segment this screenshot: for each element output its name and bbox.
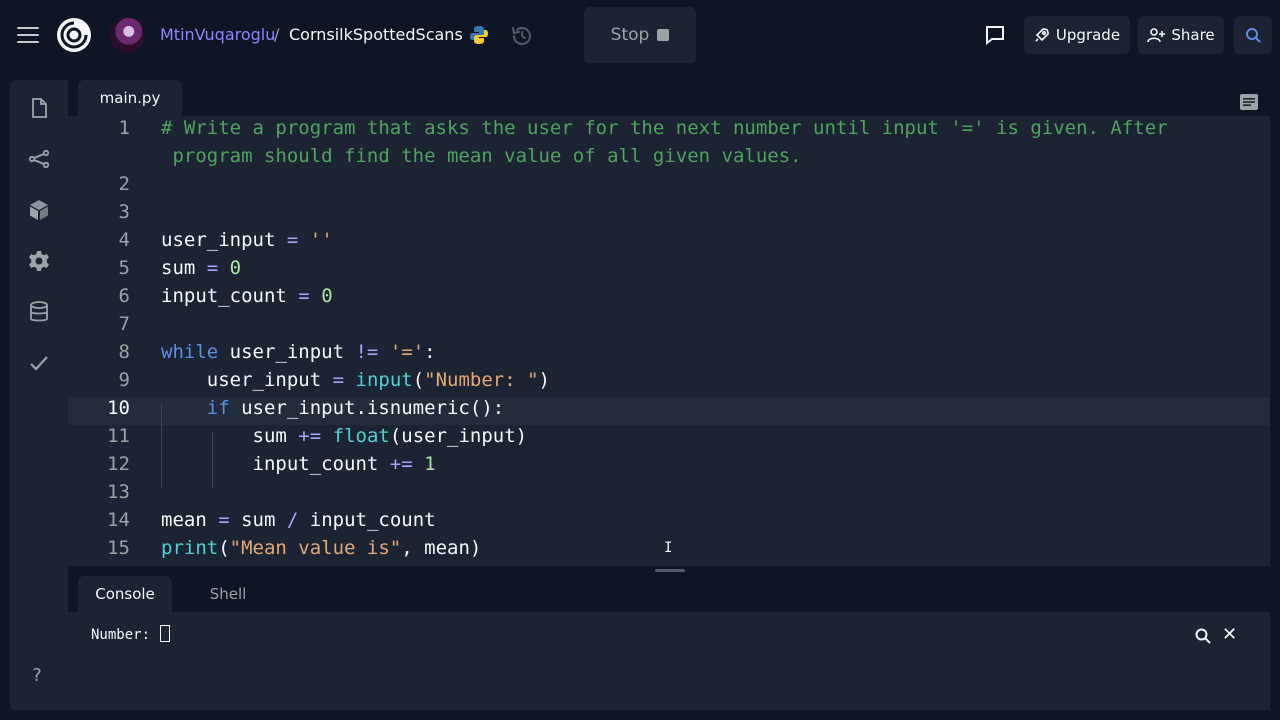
code-line: if user_input.isnumeric(): bbox=[206, 397, 505, 419]
rocket-icon bbox=[1035, 28, 1049, 42]
code-line: while user_input != '=': bbox=[161, 341, 436, 363]
packages-icon[interactable] bbox=[27, 198, 51, 222]
code-line: input_count = 0 bbox=[161, 285, 333, 307]
line-number: 13 bbox=[107, 481, 130, 503]
breadcrumb-separator: / bbox=[274, 25, 280, 44]
share-button[interactable]: Share bbox=[1138, 16, 1224, 54]
console-clear-icon[interactable]: ✕ bbox=[1222, 626, 1240, 644]
console-tab-bar: Console Shell bbox=[68, 576, 1270, 612]
database-icon[interactable] bbox=[27, 300, 51, 324]
search-button[interactable] bbox=[1234, 16, 1272, 54]
tab-console[interactable]: Console bbox=[78, 576, 172, 612]
python-icon[interactable] bbox=[469, 25, 489, 45]
replit-logo-icon[interactable] bbox=[56, 17, 92, 53]
tab-main-py[interactable]: main.py bbox=[78, 80, 182, 116]
sidebar bbox=[10, 80, 68, 710]
pane-resize-handle[interactable] bbox=[655, 569, 685, 572]
terminal-cursor bbox=[160, 625, 171, 642]
help-button[interactable]: ? bbox=[23, 662, 51, 690]
line-number: 14 bbox=[107, 509, 130, 531]
files-icon[interactable] bbox=[27, 96, 51, 120]
settings-icon[interactable] bbox=[27, 249, 51, 273]
stop-label: Stop bbox=[610, 25, 650, 45]
user-plus-icon bbox=[1147, 28, 1166, 43]
line-number: 7 bbox=[118, 313, 130, 335]
stop-icon bbox=[657, 29, 670, 41]
repl-name[interactable]: CornsilkSpottedScans bbox=[289, 25, 463, 44]
code-line: mean = sum / input_count bbox=[161, 509, 436, 531]
line-number: 6 bbox=[118, 285, 130, 307]
line-number: 11 bbox=[107, 425, 130, 447]
line-number: 4 bbox=[118, 229, 130, 251]
code-line: program should find the mean value of al… bbox=[161, 145, 802, 167]
upgrade-button[interactable]: Upgrade bbox=[1024, 16, 1130, 54]
code-line: user_input = input("Number: ") bbox=[161, 369, 550, 391]
line-number: 12 bbox=[107, 453, 130, 475]
console-pane: Console Shell Number: ✕ bbox=[68, 576, 1270, 710]
chat-button[interactable] bbox=[976, 16, 1014, 54]
line-number: 15 bbox=[107, 537, 130, 559]
code-line: sum = 0 bbox=[161, 257, 242, 279]
git-icon[interactable] bbox=[27, 147, 51, 171]
code-line: sum += float(user_input) bbox=[161, 425, 528, 447]
code-editor: main.py 1 2 3 4 5 6 7 8 9 10 11 12 13 14 15 # Write a … bbox=[68, 80, 1270, 566]
history-icon[interactable] bbox=[510, 24, 534, 48]
code-line: input_count += 1 bbox=[161, 453, 436, 475]
line-number: 9 bbox=[118, 369, 130, 391]
avatar[interactable] bbox=[109, 17, 145, 53]
code-line: user_input = '' bbox=[161, 229, 333, 251]
line-number: 5 bbox=[118, 257, 130, 279]
line-number: 10 bbox=[107, 397, 130, 419]
username-link[interactable]: MtinVuqaroglu bbox=[160, 25, 275, 44]
line-number: 3 bbox=[118, 201, 130, 223]
code-line: print("Mean value is", mean) bbox=[161, 537, 482, 559]
line-number: 2 bbox=[118, 173, 130, 195]
code-area[interactable]: 1 2 3 4 5 6 7 8 9 10 11 12 13 14 15 # Write a program … bbox=[68, 116, 1270, 566]
editor-tab-bar: main.py bbox=[68, 80, 1270, 116]
menu-icon[interactable] bbox=[17, 27, 39, 43]
check-icon[interactable] bbox=[27, 351, 51, 375]
text-cursor-icon: I bbox=[664, 540, 673, 556]
top-bar: MtinVuqaroglu / CornsilkSpottedScans Sto… bbox=[0, 0, 1280, 70]
line-number: 1 bbox=[118, 117, 130, 139]
outline-icon[interactable] bbox=[1240, 94, 1258, 110]
search-icon bbox=[1246, 28, 1261, 43]
console-output[interactable]: Number: bbox=[91, 625, 171, 643]
chat-icon bbox=[986, 26, 1004, 45]
stop-button[interactable]: Stop bbox=[584, 7, 696, 63]
console-search-icon[interactable] bbox=[1194, 627, 1212, 645]
code-line: # Write a program that asks the user for… bbox=[161, 117, 1168, 139]
tab-shell[interactable]: Shell bbox=[186, 576, 270, 612]
share-label: Share bbox=[1171, 26, 1215, 44]
console-prompt: Number: bbox=[91, 627, 159, 643]
line-number: 8 bbox=[118, 341, 130, 363]
upgrade-label: Upgrade bbox=[1055, 26, 1121, 44]
